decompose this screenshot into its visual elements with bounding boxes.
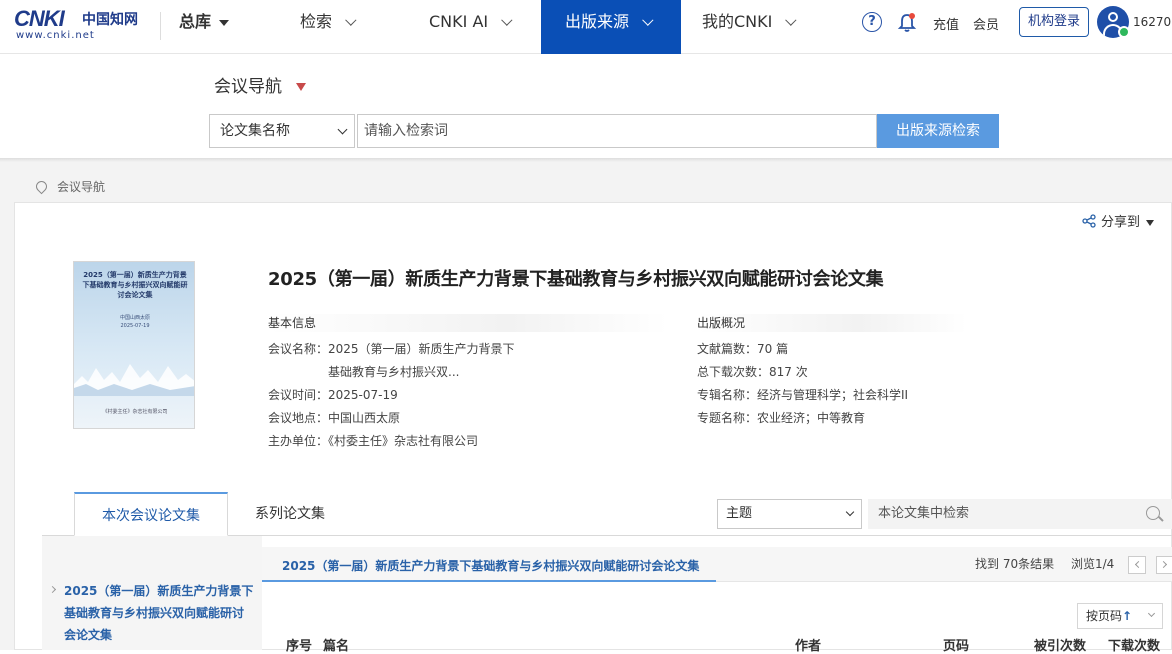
chevron-down-icon: [642, 14, 654, 26]
result-count: 找到 70条结果: [975, 557, 1055, 571]
breadcrumb-item[interactable]: 会议导航: [57, 180, 105, 194]
column-header-title[interactable]: 篇名: [323, 635, 349, 654]
nav-item-label: CNKI AI: [429, 12, 489, 31]
column-header-index[interactable]: 序号: [286, 635, 312, 654]
conference-place: 会议地点：中国山西太原: [268, 411, 401, 425]
logo-mark: CNKI: [14, 6, 65, 31]
bell-icon[interactable]: [897, 12, 917, 34]
conference-nav-dropdown[interactable]: 会议导航: [214, 72, 306, 97]
logo-url: www.cnki.net: [16, 30, 95, 41]
top-navbar: CNKI 中国知网 www.cnki.net 总库 检索 CNKI AI 出版来…: [0, 0, 1172, 54]
chevron-left-icon: [1134, 560, 1143, 569]
cover-title: 2025（第一届）新质生产力背景下基础教育与乡村振兴双向赋能研讨会论文集: [82, 271, 188, 299]
publication-source-search-button[interactable]: 出版来源检索: [877, 114, 999, 148]
prev-page-button[interactable]: [1128, 556, 1146, 574]
column-header-page[interactable]: 页码: [943, 635, 969, 654]
arrow-up-icon: ↑: [1122, 609, 1133, 623]
cover-subtitle-place: 中国山西太原: [119, 315, 150, 321]
logo-chinese: 中国知网: [82, 12, 138, 28]
chevron-down-icon: [785, 14, 797, 26]
cover-subtitle-date: 2025-07-19: [120, 323, 150, 329]
total-downloads: 总下载次数：817 次: [697, 365, 808, 379]
recharge-link[interactable]: 充值: [933, 14, 959, 33]
series-name: 专辑名称：经济与管理科学；社会科学II: [697, 388, 909, 402]
chevron-down-icon: [345, 14, 357, 26]
sort-select[interactable]: 按页码↑: [1077, 603, 1163, 629]
caret-down-icon: [219, 19, 230, 26]
basic-info-heading: 基本信息: [268, 314, 668, 332]
sort-label: 按页码: [1086, 609, 1123, 623]
column-header-citations[interactable]: 被引次数: [1034, 635, 1086, 654]
collection-cover[interactable]: 2025（第一届）新质生产力背景下基础教育与乡村振兴双向赋能研讨会论文集 中国山…: [73, 261, 195, 429]
conference-name-label: 会议名称：: [268, 342, 329, 356]
cover-publisher: 《村委主任》杂志社有限公司: [102, 409, 168, 415]
institution-login-button[interactable]: 机构登录: [1019, 7, 1089, 37]
conference-name-continued: 基础教育与乡村振兴双...: [328, 365, 460, 379]
chevron-down-icon: [1147, 609, 1156, 618]
nav-all-database[interactable]: 总库: [179, 0, 259, 54]
conference-time: 会议时间：2025-07-19: [268, 388, 398, 402]
chevron-right-icon: [1159, 560, 1168, 569]
conference-organizer: 主办单位：《村委主任》杂志社有限公司: [268, 434, 479, 448]
share-icon: [1082, 214, 1096, 228]
column-header-downloads[interactable]: 下载次数: [1108, 635, 1160, 654]
topic-select-value: 主题: [726, 506, 753, 521]
nav-item-publication-source[interactable]: 出版来源: [541, 0, 681, 54]
chevron-down-icon: [337, 124, 348, 135]
nav-all-database-label: 总库: [179, 12, 212, 31]
nav-item-label: 检索: [300, 12, 333, 31]
publication-overview-heading: 出版概况: [697, 314, 967, 332]
conference-name-value: 2025（第一届）新质生产力背景下: [328, 342, 515, 356]
member-link[interactable]: 会员: [973, 14, 999, 33]
topic-select[interactable]: 主题: [717, 499, 862, 529]
search-field-value: 论文集名称: [220, 123, 290, 139]
conference-name-row: 会议名称：2025（第一届）新质生产力背景下: [268, 338, 515, 361]
cover-mountain-illustration: [74, 364, 194, 396]
share-button[interactable]: 分享到: [1082, 211, 1155, 230]
basic-info-list: 会议名称：2025（第一届）新质生产力背景下 基础教育与乡村振兴双... 会议时…: [268, 338, 515, 453]
nav-item-search[interactable]: 检索: [300, 0, 390, 54]
share-label: 分享到: [1101, 215, 1141, 230]
topic-name: 专题名称：农业经济；中等教育: [697, 411, 866, 425]
next-page-button[interactable]: [1156, 556, 1172, 574]
breadcrumb: 会议导航: [33, 178, 105, 195]
in-proceedings-search-input[interactable]: 本论文集中检索: [868, 499, 1172, 529]
nav-item-cnki-ai[interactable]: CNKI AI: [429, 0, 539, 54]
nav-item-label: 出版来源: [565, 12, 630, 31]
search-icon[interactable]: [1146, 506, 1160, 520]
chevron-down-icon: [501, 14, 513, 26]
paper-count: 文献篇数：70 篇: [697, 342, 789, 356]
page-indicator: 浏览1/4: [1071, 557, 1115, 571]
verified-check-icon: [1118, 26, 1130, 38]
caret-down-icon: [1146, 219, 1155, 226]
user-id[interactable]: 162703: [1133, 15, 1172, 29]
column-header-author[interactable]: 作者: [795, 635, 821, 654]
results-tab[interactable]: 2025（第一届）新质生产力背景下基础教育与乡村振兴双向赋能研讨会论文集: [262, 555, 716, 582]
search-field-select[interactable]: 论文集名称: [209, 114, 355, 148]
chevron-down-icon: [845, 507, 855, 517]
tab-current-proceedings[interactable]: 本次会议论文集: [74, 492, 228, 536]
conference-nav-label: 会议导航: [214, 77, 282, 97]
left-nav-item[interactable]: 2025（第一届）新质生产力背景下基础教育与乡村振兴双向赋能研讨会论文集: [64, 580, 254, 646]
cnki-logo[interactable]: CNKI 中国知网 www.cnki.net: [14, 6, 154, 41]
help-icon[interactable]: ?: [862, 12, 882, 32]
collection-title: 2025（第一届）新质生产力背景下基础教育与乡村振兴双向赋能研讨会论文集: [268, 269, 884, 290]
avatar-head-shape: [1108, 12, 1118, 22]
divider-shadow: [0, 158, 1172, 162]
search-bar: 论文集名称 请输入检索词 出版来源检索: [209, 114, 999, 148]
nav-item-my-cnki[interactable]: 我的CNKI: [702, 0, 822, 54]
logo-divider: [160, 12, 161, 40]
tab-series-proceedings[interactable]: 系列论文集: [228, 492, 352, 536]
nav-item-label: 我的CNKI: [702, 12, 773, 31]
search-input[interactable]: 请输入检索词: [357, 114, 877, 148]
triangle-down-icon: [296, 83, 306, 91]
location-pin-icon: [33, 178, 50, 195]
cover-subtitle: 中国山西太原 2025-07-19: [82, 314, 188, 330]
publication-overview-list: 文献篇数：70 篇 总下载次数：817 次 专辑名称：经济与管理科学；社会科学I…: [697, 338, 908, 430]
